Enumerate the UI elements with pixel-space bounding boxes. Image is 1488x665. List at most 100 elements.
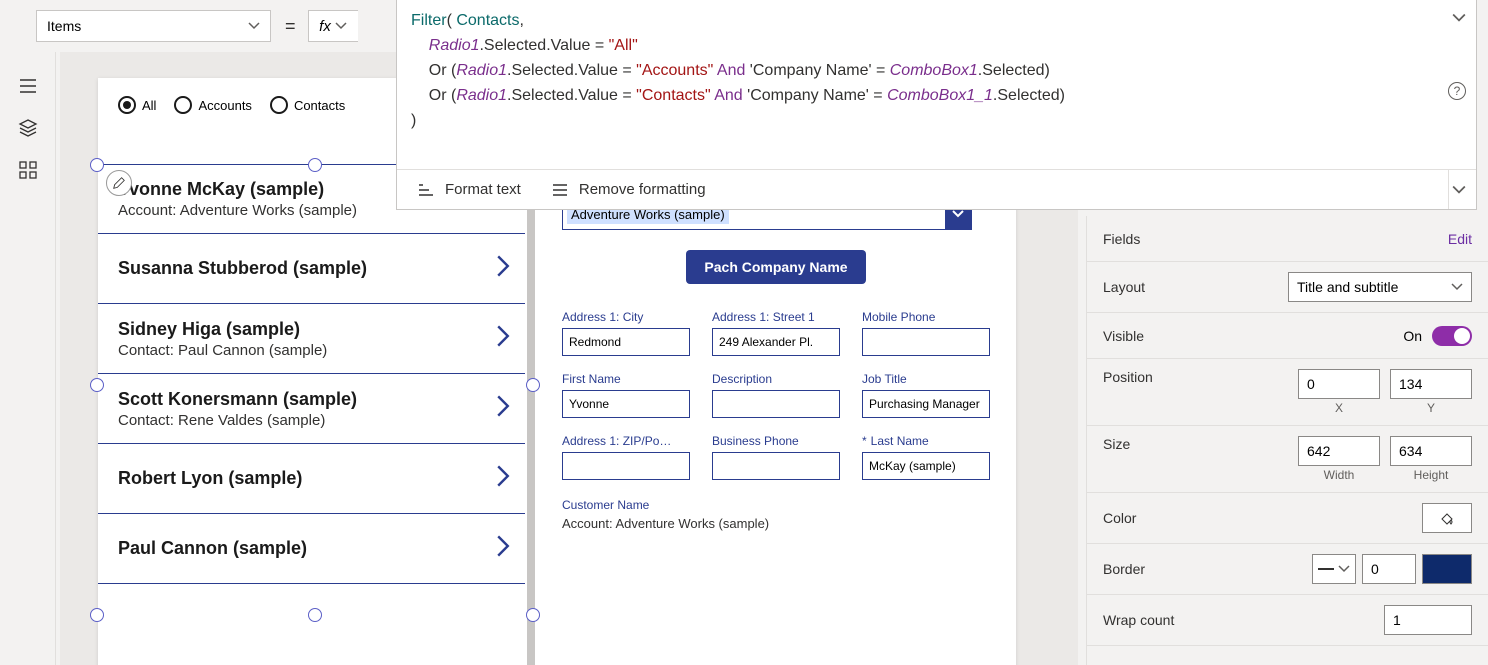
property-dropdown-value: Items xyxy=(47,18,81,34)
selection-handle[interactable] xyxy=(526,608,540,622)
gallery-item[interactable]: Susanna Stubberod (sample) xyxy=(98,234,525,304)
equals-sign: = xyxy=(285,16,296,37)
border-width-input[interactable] xyxy=(1362,554,1416,584)
size-height-input[interactable] xyxy=(1390,436,1472,466)
left-nav-rail xyxy=(0,52,56,665)
gallery-item-subtitle: Contact: Rene Valdes (sample) xyxy=(118,412,357,429)
hamburger-icon[interactable] xyxy=(18,76,38,96)
gallery-item[interactable]: Sidney Higa (sample) Contact: Paul Cannon… xyxy=(98,304,525,374)
prop-label: Layout xyxy=(1103,279,1145,295)
position-y-input[interactable] xyxy=(1390,369,1472,399)
zip-input[interactable] xyxy=(562,452,690,480)
field-mobile: Mobile Phone xyxy=(862,310,990,356)
border-style-dropdown[interactable] xyxy=(1312,554,1356,584)
mobile-input[interactable] xyxy=(862,328,990,356)
city-input[interactable] xyxy=(562,328,690,356)
axis-label: Y xyxy=(1427,401,1435,415)
selection-handle[interactable] xyxy=(308,608,322,622)
prop-color-row: Color xyxy=(1087,493,1488,544)
axis-label: Width xyxy=(1324,468,1355,482)
gallery-item[interactable]: Paul Cannon (sample) xyxy=(98,514,525,584)
layout-value: Title and subtitle xyxy=(1297,279,1398,295)
street-input[interactable] xyxy=(712,328,840,356)
prop-layout-row: Layout Title and subtitle xyxy=(1087,262,1488,313)
lastname-input[interactable] xyxy=(862,452,990,480)
patch-company-name-button[interactable]: Pach Company Name xyxy=(686,250,866,284)
layers-icon[interactable] xyxy=(18,118,38,138)
format-text-button[interactable]: Format text xyxy=(417,177,521,202)
field-lastname: *Last Name xyxy=(862,434,990,480)
prop-visible-row: Visible On xyxy=(1087,313,1488,359)
selection-handle[interactable] xyxy=(90,608,104,622)
radio-option-accounts[interactable]: Accounts xyxy=(174,96,251,114)
field-label: Mobile Phone xyxy=(862,310,990,324)
prop-position-row: Position X Y xyxy=(1087,359,1488,426)
border-color-button[interactable] xyxy=(1422,554,1472,584)
selection-handle[interactable] xyxy=(90,158,104,172)
visible-toggle[interactable] xyxy=(1432,326,1472,346)
prop-label: Color xyxy=(1103,510,1136,526)
prop-wrapcount-row: Wrap count xyxy=(1087,595,1488,646)
grid-icon[interactable] xyxy=(18,160,38,180)
chevron-down-icon xyxy=(248,20,260,32)
wrapcount-input[interactable] xyxy=(1384,605,1472,635)
edit-fields-link[interactable]: Edit xyxy=(1448,231,1472,247)
radio-icon xyxy=(118,96,136,114)
size-width-input[interactable] xyxy=(1298,436,1380,466)
field-label: Description xyxy=(712,372,840,386)
description-input[interactable] xyxy=(712,390,840,418)
properties-panel: Fields Edit Layout Title and subtitle Vi… xyxy=(1086,216,1488,665)
radio-option-contacts[interactable]: Contacts xyxy=(270,96,345,114)
gallery-item-title: Sidney Higa (sample) xyxy=(118,319,327,340)
prop-size-row: Size Width Height xyxy=(1087,426,1488,493)
selection-handle[interactable] xyxy=(90,378,104,392)
selection-handle[interactable] xyxy=(308,158,322,172)
businessphone-input[interactable] xyxy=(712,452,840,480)
formula-collapse-chevron[interactable] xyxy=(1452,8,1466,33)
chevron-right-icon xyxy=(495,534,511,563)
chevron-right-icon xyxy=(495,324,511,353)
radio-option-all[interactable]: All xyxy=(118,96,156,114)
gallery-item-subtitle: Contact: Paul Cannon (sample) xyxy=(118,342,327,359)
selection-handle[interactable] xyxy=(526,378,540,392)
format-text-label: Format text xyxy=(445,177,521,202)
gallery-item-title: Yvonne McKay (sample) xyxy=(118,179,357,200)
formula-help-icon[interactable]: ? xyxy=(1448,82,1466,100)
color-picker-button[interactable] xyxy=(1422,503,1472,533)
gallery-item-title: Robert Lyon (sample) xyxy=(118,468,302,489)
formula-expand-button[interactable] xyxy=(1448,170,1476,209)
remove-formatting-button[interactable]: Remove formatting xyxy=(551,177,706,202)
remove-format-icon xyxy=(551,181,569,199)
jobtitle-input[interactable] xyxy=(862,390,990,418)
property-dropdown[interactable]: Items xyxy=(36,10,271,42)
gallery-scrollbar[interactable] xyxy=(527,164,535,665)
firstname-input[interactable] xyxy=(562,390,690,418)
gallery-item-subtitle: Account: Adventure Works (sample) xyxy=(118,202,357,219)
chevron-right-icon xyxy=(495,254,511,283)
chevron-down-icon xyxy=(1451,281,1463,293)
gallery-item[interactable]: Scott Konersmann (sample)Contact: Rene V… xyxy=(98,374,525,444)
fx-button[interactable]: fx xyxy=(308,10,358,42)
field-label: First Name xyxy=(562,372,690,386)
field-zip: Address 1: ZIP/Po… xyxy=(562,434,690,480)
axis-label: X xyxy=(1335,401,1343,415)
prop-label: Border xyxy=(1103,561,1145,577)
field-firstname: First Name xyxy=(562,372,690,418)
field-label: Job Title xyxy=(862,372,990,386)
position-x-input[interactable] xyxy=(1298,369,1380,399)
chevron-right-icon xyxy=(495,394,511,423)
remove-formatting-label: Remove formatting xyxy=(579,177,706,202)
field-label: Business Phone xyxy=(712,434,840,448)
gallery-item[interactable]: Robert Lyon (sample) xyxy=(98,444,525,514)
field-label: Address 1: Street 1 xyxy=(712,310,840,324)
layout-dropdown[interactable]: Title and subtitle xyxy=(1288,272,1472,302)
field-label: Address 1: City xyxy=(562,310,690,324)
formula-editor[interactable]: Filter( Contacts, Radio1.Selected.Value … xyxy=(396,0,1477,210)
edit-pencil-badge[interactable] xyxy=(106,170,132,196)
axis-label: Height xyxy=(1414,468,1449,482)
prop-label: Size xyxy=(1103,436,1130,452)
contacts-gallery[interactable]: Yvonne McKay (sample) Account: Adventure … xyxy=(98,164,532,665)
field-label: Address 1: ZIP/Po… xyxy=(562,434,690,448)
prop-border-row: Border xyxy=(1087,544,1488,595)
chevron-down-icon xyxy=(1452,183,1466,197)
